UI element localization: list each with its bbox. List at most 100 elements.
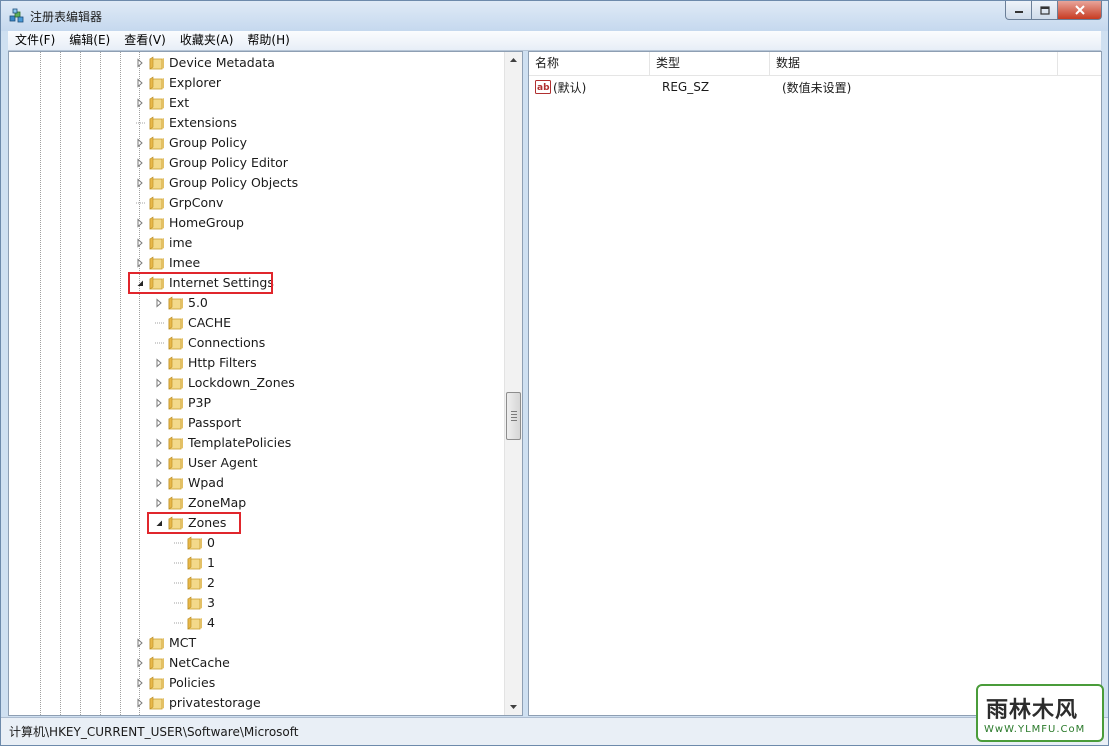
title-bar[interactable]: 注册表编辑器 [1,1,1108,31]
tree-node[interactable]: 4 [173,613,215,633]
tree-node[interactable]: CACHE [154,313,231,333]
tree-node[interactable]: Ext [135,93,189,113]
tree-node[interactable]: User Agent [154,453,257,473]
expand-arrow-icon[interactable] [154,298,164,308]
key-tree-pane[interactable]: Device Metadata Explorer Ext Extensions Grou… [8,51,523,716]
tree-node[interactable]: 2 [173,573,215,593]
expand-arrow-icon[interactable] [135,678,145,688]
folder-icon [149,116,165,130]
close-button[interactable] [1058,1,1102,20]
tree-node[interactable]: Extensions [135,113,237,133]
expand-arrow-icon[interactable] [135,138,145,148]
folder-icon [168,376,184,390]
column-header-data[interactable]: 数据 [770,52,1058,75]
expand-arrow-icon[interactable] [154,478,164,488]
tree-guide-line [100,52,101,715]
expand-arrow-icon[interactable] [154,378,164,388]
menu-help[interactable]: 帮助(H) [240,31,296,50]
menu-edit[interactable]: 编辑(E) [62,31,117,50]
tree-connector [154,318,164,328]
tree-node[interactable]: GrpConv [135,193,223,213]
tree-node[interactable]: Imee [135,253,200,273]
folder-icon [149,236,165,250]
tree-node[interactable]: MCT [135,633,196,653]
grip-line [511,417,517,418]
tree-vertical-scrollbar[interactable] [504,52,522,715]
column-header-name[interactable]: 名称 [529,52,650,75]
watermark-title: 雨林木风 [986,698,1079,723]
expand-arrow-icon[interactable] [135,658,145,668]
tree-node[interactable]: ZoneMap [154,493,246,513]
tree-connector [173,618,183,628]
scroll-up-button[interactable] [505,52,522,68]
tree-node[interactable]: Connections [154,333,265,353]
tree-node-label: NetCache [169,655,230,670]
folder-icon [149,56,165,70]
registry-editor-icon [9,8,24,23]
scroll-down-button[interactable] [505,699,522,715]
expand-arrow-icon[interactable] [154,358,164,368]
tree-node[interactable]: Passport [154,413,241,433]
expand-arrow-icon[interactable] [154,498,164,508]
menu-favorites[interactable]: 收藏夹(A) [173,31,241,50]
tree-connector [173,558,183,568]
expand-arrow-icon[interactable] [135,158,145,168]
expand-arrow-icon[interactable] [135,98,145,108]
menu-file[interactable]: 文件(F) [8,31,62,50]
status-path: 计算机\HKEY_CURRENT_USER\Software\Microsoft [9,725,299,739]
tree-node[interactable]: privatestorage [135,693,261,713]
tree-node[interactable]: Lockdown_Zones [154,373,295,393]
expand-arrow-icon[interactable] [135,238,145,248]
expand-arrow-icon[interactable] [135,698,145,708]
list-header: 名称 类型 数据 [529,52,1101,76]
tree-node[interactable]: Explorer [135,73,221,93]
folder-icon [168,356,184,370]
column-header-type[interactable]: 类型 [650,52,770,75]
tree-node[interactable]: 5.0 [154,293,208,313]
expand-arrow-icon[interactable] [135,58,145,68]
values-list-pane[interactable]: 名称 类型 数据 ab (默认) REG_SZ (数值未设置) [528,51,1102,716]
value-type: REG_SZ [662,80,710,94]
tree-node[interactable]: Wpad [154,473,224,493]
tree-node-label: Group Policy Objects [169,175,299,190]
expand-arrow-icon[interactable] [135,638,145,648]
minimize-button[interactable] [1005,1,1032,20]
scroll-thumb[interactable] [506,392,521,440]
maximize-button[interactable] [1032,1,1058,20]
expand-arrow-icon[interactable] [135,178,145,188]
tree-node[interactable]: Group Policy Editor [135,153,288,173]
tree-node[interactable]: P3P [154,393,211,413]
tree-node[interactable]: HomeGroup [135,213,244,233]
tree-connector [173,538,183,548]
tree-node[interactable]: TemplatePolicies [154,433,291,453]
folder-icon [168,416,184,430]
tree-node-label: Explorer [169,75,222,90]
expand-arrow-icon[interactable] [135,78,145,88]
highlight-box [128,272,273,294]
close-icon [1074,5,1085,15]
tree-connector [173,598,183,608]
tree-node[interactable]: Http Filters [154,353,257,373]
expand-arrow-icon[interactable] [135,258,145,268]
tree-node[interactable]: ime [135,233,192,253]
expand-arrow-icon[interactable] [154,398,164,408]
tree-node[interactable]: 1 [173,553,215,573]
tree-node[interactable]: Group Policy [135,133,247,153]
tree-node[interactable]: Device Metadata [135,53,275,73]
expand-arrow-icon[interactable] [154,418,164,428]
tree-guide-line [80,52,81,715]
expand-arrow-icon[interactable] [135,218,145,228]
expand-arrow-icon[interactable] [154,458,164,468]
tree-node[interactable]: NetCache [135,653,230,673]
value-name: (默认) [553,80,587,95]
tree-node[interactable]: 0 [173,533,215,553]
folder-icon [187,576,203,590]
folder-icon [149,136,165,150]
menu-view[interactable]: 查看(V) [117,31,173,50]
folder-icon [149,256,165,270]
tree-node[interactable]: Policies [135,673,215,693]
tree-node[interactable]: Group Policy Objects [135,173,298,193]
tree-node[interactable]: 3 [173,593,215,613]
value-row[interactable]: ab (默认) REG_SZ (数值未设置) [529,77,851,97]
expand-arrow-icon[interactable] [154,438,164,448]
